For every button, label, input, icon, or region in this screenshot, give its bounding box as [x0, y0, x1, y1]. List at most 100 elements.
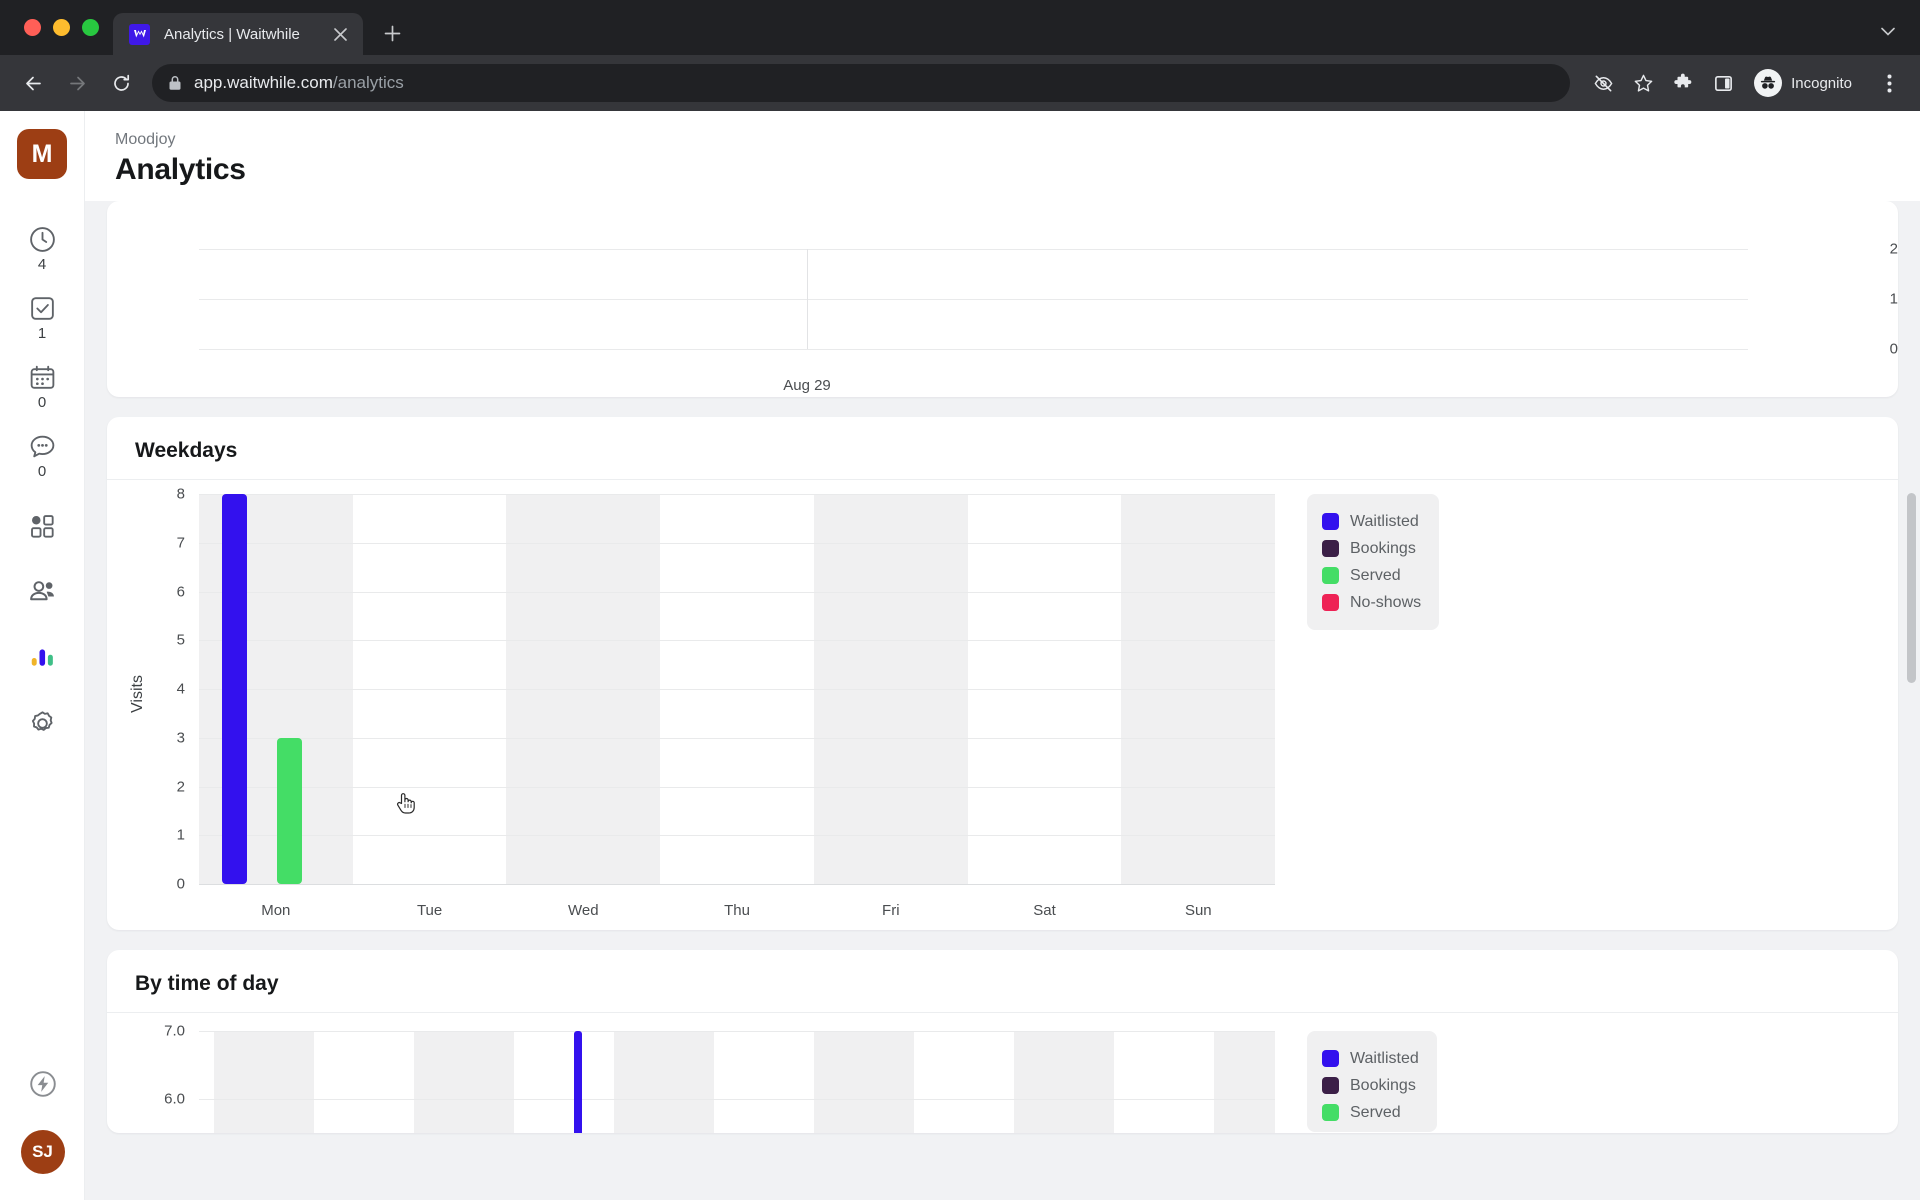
x-tick: Fri	[882, 902, 900, 919]
chart-by-time-of-day[interactable]: 7.0 6.0 Waitlisted Bookings Served	[107, 1013, 1898, 1133]
x-tick: Mon	[261, 902, 291, 919]
legend-label-bookings: Bookings	[1350, 539, 1416, 557]
chat-bubble-icon	[30, 435, 54, 458]
y-tick: 2	[1889, 240, 1898, 258]
maximize-window-button[interactable]	[82, 19, 99, 36]
breadcrumb[interactable]: Moodjoy	[115, 131, 1920, 149]
y-tick: 6.0	[164, 1090, 185, 1108]
gridline	[199, 249, 1748, 250]
sidebar-item-apps[interactable]	[12, 513, 72, 543]
more-menu-icon[interactable]	[1872, 66, 1906, 100]
bar-waitlisted-mon[interactable]	[222, 494, 247, 884]
gridline	[199, 689, 1275, 690]
close-tab-button[interactable]	[329, 23, 351, 45]
legend-label-bookings: Bookings	[1350, 1076, 1416, 1094]
x-tick: Tue	[416, 902, 443, 919]
gridline	[199, 737, 1275, 739]
bar-waitlisted[interactable]	[574, 1031, 582, 1133]
plot-area-weekdays	[199, 494, 1275, 885]
star-icon[interactable]	[1626, 66, 1660, 100]
tab-strip: Analytics | Waitwhile	[0, 0, 1920, 55]
y-tick: 6	[176, 583, 185, 600]
legend-swatch-waitlisted	[1322, 1050, 1339, 1067]
category-band	[814, 1031, 914, 1133]
x-tick: Thu	[724, 902, 750, 919]
legend-swatch-served	[1322, 1104, 1339, 1121]
incognito-indicator[interactable]: Incognito	[1750, 66, 1866, 100]
x-tick: Sat	[1033, 902, 1056, 919]
url-text: app.waitwhile.com/analytics	[194, 73, 404, 93]
bar-served-mon[interactable]	[277, 737, 302, 884]
sidebar-item-checked-in[interactable]: 1	[12, 294, 72, 341]
app-content: Moodjoy Analytics 2 1 0 Aug 29 Weekdays …	[85, 111, 1920, 1200]
page-title: Analytics	[115, 153, 246, 186]
browser-window: Analytics | Waitwhile app.waitwhile.com/	[0, 0, 1920, 1200]
legend-swatch-bookings	[1322, 540, 1339, 557]
lightning-bolt-icon[interactable]	[28, 1069, 58, 1104]
new-tab-button[interactable]	[375, 16, 409, 50]
chart-weekdays[interactable]: Visits 8 7 6 5 4 3 2 1 0 Mon Tue Wed Thu…	[107, 480, 1898, 930]
gridline	[199, 299, 1748, 300]
analytics-card-weekdays: Weekdays Visits 8 7 6 5 4 3 2 1 0 Mon Tu…	[107, 417, 1898, 930]
extensions-icon[interactable]	[1666, 66, 1700, 100]
legend-item-bookings[interactable]: Bookings	[1322, 535, 1421, 562]
sidebar-item-settings[interactable]	[12, 709, 72, 741]
gridline	[199, 1031, 1275, 1032]
y-tick: 1	[176, 826, 185, 844]
lock-icon	[168, 75, 182, 91]
category-band	[1214, 1031, 1275, 1133]
sidebar-item-messages[interactable]: 0	[12, 432, 72, 479]
y-tick: 2	[176, 778, 185, 795]
address-bar[interactable]: app.waitwhile.com/analytics	[152, 64, 1571, 102]
legend-label-noshows: No-shows	[1350, 593, 1422, 611]
people-icon	[29, 581, 54, 601]
y-tick: 4	[176, 680, 185, 698]
minimize-window-button[interactable]	[53, 19, 70, 36]
url-path: /analytics	[332, 73, 404, 92]
analytics-card-top-partial: 2 1 0 Aug 29	[107, 201, 1898, 397]
legend-item-waitlisted[interactable]: Waitlisted	[1322, 508, 1421, 535]
chart-legend-by-time-of-day: Waitlisted Bookings Served	[1307, 1031, 1437, 1132]
browser-tab[interactable]: Analytics | Waitwhile	[113, 13, 363, 55]
legend-item-noshows[interactable]: No-shows	[1322, 589, 1421, 616]
app-sidebar: M 4 1 0 0 SJ	[0, 111, 85, 1200]
clock-icon	[29, 227, 55, 252]
y-tick: 3	[176, 729, 185, 747]
plot-area-by-time-of-day	[199, 1031, 1275, 1133]
legend-item-served[interactable]: Served	[1322, 562, 1421, 589]
legend-item-bookings[interactable]: Bookings	[1322, 1072, 1419, 1099]
legend-label-served: Served	[1350, 1103, 1401, 1121]
eye-slash-icon[interactable]	[1586, 66, 1620, 100]
analytics-scroll-area[interactable]: 2 1 0 Aug 29 Weekdays Visits 8 7 6 5 4 3…	[85, 201, 1920, 1200]
tab-list-chevron-down-icon[interactable]	[1874, 17, 1902, 45]
legend-item-served[interactable]: Served	[1322, 1099, 1419, 1126]
y-tick: 8	[176, 485, 185, 503]
sidebar-item-customers[interactable]	[12, 577, 72, 609]
reload-icon[interactable]	[102, 64, 140, 102]
x-tick: Sun	[1184, 902, 1212, 919]
sidebar-item-bookings[interactable]: 0	[12, 363, 72, 410]
sidebar-count-bookings: 0	[37, 394, 47, 411]
grid-icon	[30, 515, 54, 538]
card-header-by-time-of-day: By time of day	[107, 950, 1898, 1013]
sidebar-count-messages: 0	[37, 463, 47, 480]
page-header: Moodjoy Analytics	[85, 111, 1920, 201]
calendar-icon	[30, 365, 54, 389]
gridline	[199, 542, 1275, 544]
avatar[interactable]: SJ	[20, 1130, 65, 1174]
side-panel-icon[interactable]	[1706, 66, 1740, 100]
category-divider	[807, 249, 808, 349]
sidebar-item-waitlist[interactable]: 4	[12, 225, 72, 272]
gridline	[199, 835, 1275, 837]
workspace-logo[interactable]: M	[17, 129, 67, 179]
vertical-scrollbar-thumb[interactable]	[1907, 493, 1916, 683]
gridline	[199, 1099, 1275, 1100]
y-tick: 1	[1889, 290, 1898, 308]
close-window-button[interactable]	[24, 19, 41, 36]
legend-label-waitlisted: Waitlisted	[1350, 1049, 1419, 1067]
back-icon[interactable]	[14, 64, 52, 102]
legend-item-waitlisted[interactable]: Waitlisted	[1322, 1045, 1419, 1072]
sidebar-item-analytics[interactable]	[12, 643, 72, 675]
category-band	[1014, 1031, 1114, 1133]
forward-icon[interactable]	[58, 64, 96, 102]
